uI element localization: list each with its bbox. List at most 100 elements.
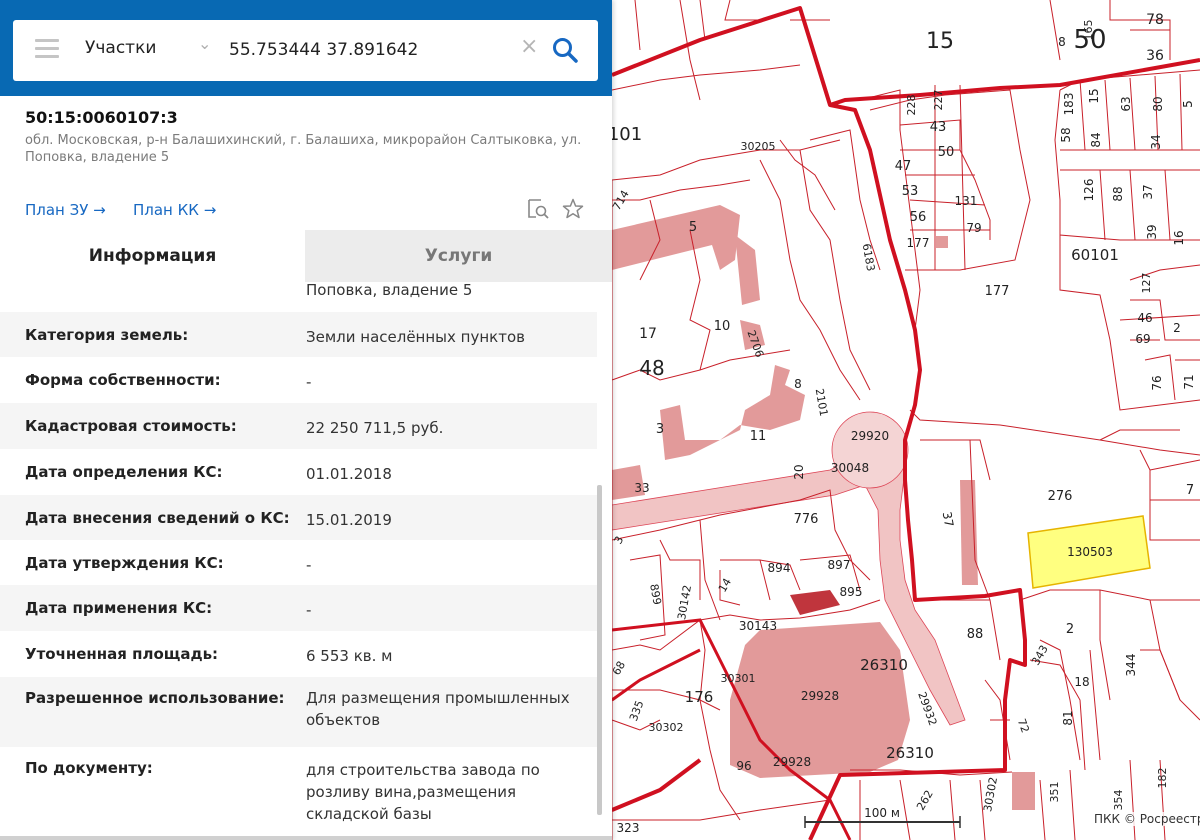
chevron-down-icon[interactable]: ⌄	[198, 34, 211, 53]
parcel-label: 84	[1089, 132, 1103, 147]
row-label: Кадастровая стоимость:	[25, 417, 237, 435]
parcel-label: 895	[840, 585, 863, 599]
parcel-label: 15	[926, 29, 954, 54]
parcel-label: 36	[1146, 48, 1164, 64]
parcel-label: 8	[794, 377, 802, 391]
search-box: Участки ⌄ ×	[13, 20, 598, 81]
parcel-label: 11	[750, 429, 767, 444]
info-table: Категория земель: Земли населённых пункт…	[0, 312, 597, 837]
cadastral-number: 50:15:0060107:3	[25, 108, 178, 127]
search-input[interactable]	[229, 35, 515, 65]
address-value-tail: Поповка, владение 5	[306, 281, 473, 299]
parcel-label: 323	[617, 821, 640, 835]
search-type-select[interactable]: Участки	[85, 38, 156, 58]
parcel-label: 37	[940, 511, 956, 528]
parcel-label: 7	[1186, 483, 1194, 498]
row-label: Категория земель:	[25, 326, 189, 344]
parcel-label: 26310	[886, 744, 934, 762]
parcel-label: 30048	[831, 461, 869, 475]
parcel-label: 26310	[860, 656, 908, 674]
row-value: -	[306, 556, 312, 574]
parcel-label: 183	[1062, 93, 1076, 116]
parcel-label: 276	[1048, 489, 1073, 504]
plan-zu-link[interactable]: План ЗУ →	[25, 201, 106, 219]
parcel-label: 48	[639, 356, 664, 380]
row-value: Земли населённых пунктов	[306, 328, 525, 346]
row-label: Уточненная площадь:	[25, 645, 219, 663]
clear-icon[interactable]: ×	[520, 34, 538, 59]
info-row: Разрешенное использование: Для размещени…	[0, 677, 597, 747]
info-row: Уточненная площадь: 6 553 кв. м	[0, 631, 597, 677]
parcel-label: 29928	[801, 689, 839, 703]
plan-kk-link[interactable]: План КК →	[133, 201, 216, 219]
parcel-label: 30302	[649, 721, 684, 734]
parcel-label: 39	[1145, 224, 1159, 239]
parcel-label: 18	[1074, 675, 1089, 689]
parcel-label: 8	[1058, 35, 1066, 49]
parcel-label: 177	[985, 284, 1010, 299]
building	[1012, 772, 1035, 810]
row-value: 01.01.2018	[306, 465, 392, 483]
parcel-address: обл. Московская, р-н Балашихинский, г. Б…	[25, 133, 582, 165]
row-value: -	[306, 601, 312, 619]
row-value: для строительства завода по розливу вина…	[306, 761, 540, 823]
tab-information[interactable]: Информация	[0, 230, 305, 282]
parcel-label: 344	[1124, 654, 1138, 677]
info-row: Дата применения КС: -	[0, 585, 597, 631]
zoom-to-parcel-icon[interactable]	[526, 197, 550, 221]
menu-icon[interactable]	[35, 39, 59, 59]
parcel-label: 69	[1135, 332, 1150, 346]
parcel-label: 60101	[1071, 246, 1119, 264]
parcel-label: 165	[1082, 20, 1095, 41]
parcel-label: 88	[967, 627, 984, 642]
building	[960, 480, 978, 585]
row-label: Разрешенное использование:	[25, 689, 285, 707]
row-value: Для размещения промышленных объектов	[306, 689, 570, 729]
row-value: -	[306, 373, 312, 391]
info-panel: Участки ⌄ × 50:15:0060107:3 обл. Московс…	[0, 0, 612, 840]
parcel-label: 78	[1146, 12, 1164, 28]
parcel-label: 894	[768, 561, 791, 575]
info-row: Дата определения КС: 01.01.2018	[0, 449, 597, 495]
parcel-label: 88	[1111, 186, 1125, 201]
parcel-label: 76	[1150, 375, 1164, 390]
panel-scrollbar[interactable]	[597, 485, 602, 815]
row-label: Форма собственности:	[25, 371, 221, 389]
parcel-label: 56	[910, 210, 927, 225]
scale-label: 100 м	[864, 806, 900, 820]
parcel-label: 29920	[851, 429, 889, 443]
parcel-label: 127	[1140, 273, 1153, 294]
info-row: Дата внесения сведений о КС: 15.01.2019	[0, 495, 597, 540]
parcel-label: 351	[1048, 782, 1061, 803]
star-icon[interactable]	[561, 197, 585, 221]
parcel-label: 80	[1151, 96, 1165, 111]
parcel-label: 776	[794, 512, 819, 527]
parcel-label: 126	[1082, 179, 1096, 202]
row-label: Дата внесения сведений о КС:	[25, 509, 290, 527]
parcel-label: 30143	[739, 619, 777, 633]
parcel-label: 182	[1156, 768, 1169, 789]
parcel-label: 63	[1119, 96, 1133, 111]
parcel-label: 16	[1172, 230, 1186, 245]
info-row: Дата утверждения КС: -	[0, 540, 597, 585]
parcel-label: 131	[955, 194, 978, 208]
parcel-label: 176	[685, 688, 714, 706]
parcel-label: 33	[634, 481, 649, 495]
parcel-label: 101	[608, 124, 642, 145]
search-icon[interactable]	[551, 36, 579, 64]
tab-services[interactable]: Услуги	[305, 230, 612, 282]
parcel-label: 34	[1149, 134, 1163, 149]
parcel-label: 43	[930, 120, 947, 135]
parcel-label: 29928	[773, 755, 811, 769]
parcel-label: 130503	[1067, 545, 1113, 559]
parcel-label: 53	[902, 184, 919, 199]
parcel-label: 897	[828, 558, 851, 572]
info-row: Кадастровая стоимость: 22 250 711,5 руб.	[0, 403, 597, 449]
parcel-label: 46	[1137, 311, 1152, 325]
row-value: 22 250 711,5 руб.	[306, 419, 444, 437]
parcel-label: 30205	[741, 140, 776, 153]
parcel-label: 47	[895, 159, 912, 174]
parcel-label: 71	[1182, 374, 1196, 389]
info-row: Категория земель: Земли населённых пункт…	[0, 312, 597, 357]
collapse-panel-icon[interactable]: ‹	[612, 32, 635, 68]
